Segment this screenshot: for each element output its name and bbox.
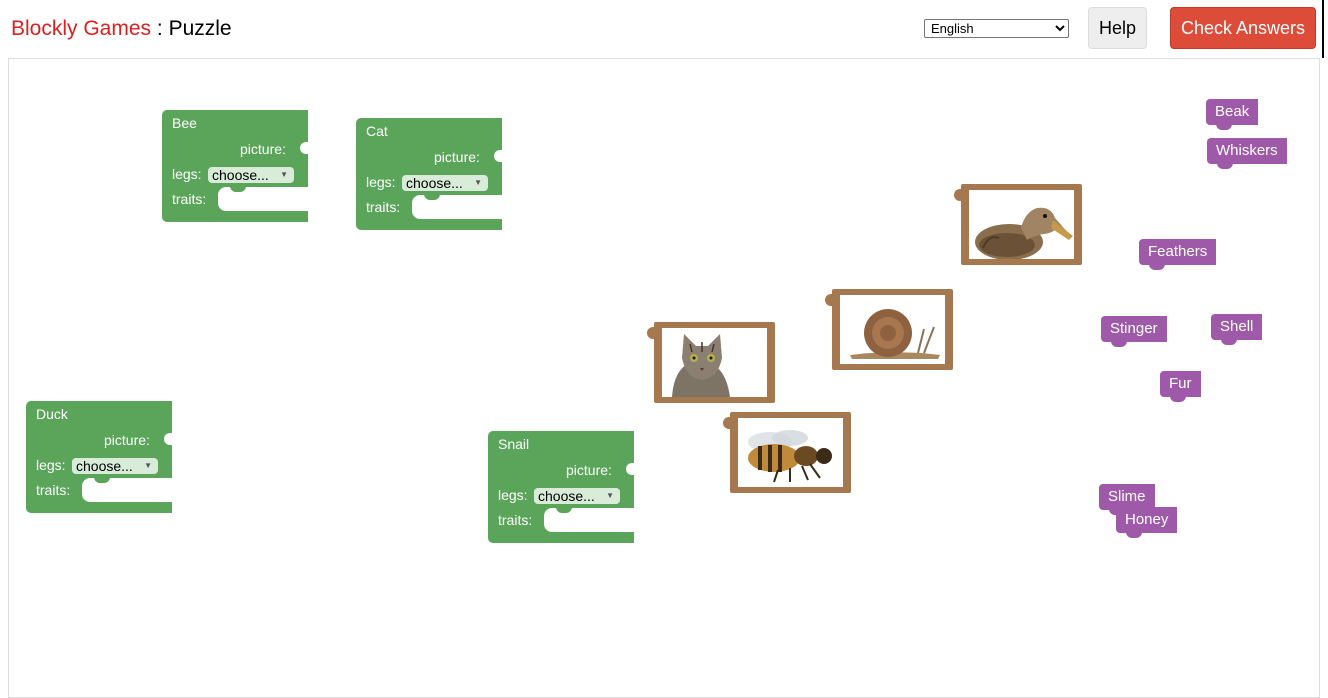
legs-dropdown-value: choose... (76, 458, 133, 474)
picture-label: picture: (240, 141, 286, 157)
legs-label: legs: (36, 457, 66, 473)
picture-label: picture: (434, 149, 480, 165)
picture-block-cat[interactable] (647, 322, 775, 403)
snail-image (850, 309, 940, 359)
picture-block-snail[interactable] (825, 289, 953, 370)
snail-picture (840, 295, 945, 364)
traits-input-slot (82, 477, 172, 502)
animal-name: Cat (366, 123, 388, 139)
title-separator: : (151, 17, 169, 40)
app-name-link[interactable]: Blockly Games (11, 17, 151, 40)
animal-name: Bee (172, 115, 197, 131)
legs-dropdown[interactable]: choose... ▼ (402, 175, 488, 191)
traits-input-slot (218, 186, 308, 211)
picture-input-socket (164, 433, 172, 445)
picture-input-socket (300, 142, 308, 154)
cat-picture (662, 328, 767, 397)
bee-image (748, 430, 832, 483)
help-button[interactable]: Help (1088, 7, 1147, 49)
check-answers-button[interactable]: Check Answers (1170, 7, 1316, 49)
traits-input-slot (544, 507, 634, 532)
trait-block-honey[interactable]: Honey (1116, 507, 1178, 538)
legs-dropdown-value: choose... (406, 175, 463, 191)
dropdown-arrow-icon: ▼ (280, 170, 288, 179)
legs-label: legs: (172, 166, 202, 182)
legs-label: legs: (498, 487, 528, 503)
traits-label: traits: (498, 512, 533, 528)
traits-label: traits: (36, 482, 71, 498)
language-select[interactable]: English (924, 19, 1069, 38)
cat-image (662, 328, 742, 397)
trait-block-feathers[interactable]: Feathers (1139, 239, 1217, 270)
animal-block-cat[interactable]: Cat picture: legs: choose... ▼ traits: (356, 118, 502, 230)
animal-block-duck[interactable]: Duck picture: legs: choose... ▼ traits: (26, 401, 172, 513)
picture-input-socket (494, 150, 502, 162)
picture-block-duck[interactable] (954, 184, 1082, 265)
animal-block-snail[interactable]: Snail picture: legs: choose... ▼ traits: (488, 431, 634, 543)
window-edge (1322, 0, 1324, 58)
page-name: Puzzle (168, 17, 232, 40)
legs-dropdown[interactable]: choose... ▼ (208, 167, 294, 183)
trait-block-whiskers[interactable]: Whiskers (1207, 138, 1287, 169)
animal-block-bee[interactable]: Bee picture: legs: choose... ▼ traits: (162, 110, 308, 222)
legs-dropdown-value: choose... (538, 488, 595, 504)
duck-image (975, 207, 1073, 259)
legs-dropdown[interactable]: choose... ▼ (72, 458, 158, 474)
legs-dropdown[interactable]: choose... ▼ (534, 488, 620, 504)
traits-label: traits: (366, 199, 401, 215)
dropdown-arrow-icon: ▼ (144, 461, 152, 470)
dropdown-arrow-icon: ▼ (474, 178, 482, 187)
picture-label: picture: (566, 462, 612, 478)
picture-label: picture: (104, 432, 150, 448)
picture-block-bee[interactable] (723, 412, 851, 493)
picture-input-socket (626, 463, 634, 475)
animal-name: Duck (36, 406, 68, 422)
trait-block-fur[interactable]: Fur (1160, 371, 1201, 402)
trait-block-stinger[interactable]: Stinger (1101, 316, 1167, 347)
bee-picture (738, 418, 843, 487)
dropdown-arrow-icon: ▼ (606, 491, 614, 500)
traits-label: traits: (172, 191, 207, 207)
animal-name: Snail (498, 436, 530, 452)
legs-label: legs: (366, 174, 396, 190)
trait-block-beak[interactable]: Beak (1206, 99, 1259, 130)
page-title: Blockly Games : Puzzle (11, 17, 232, 41)
trait-block-shell[interactable]: Shell (1211, 314, 1263, 345)
legs-dropdown-value: choose... (212, 167, 269, 183)
duck-picture (969, 190, 1074, 259)
traits-input-slot (412, 194, 502, 219)
